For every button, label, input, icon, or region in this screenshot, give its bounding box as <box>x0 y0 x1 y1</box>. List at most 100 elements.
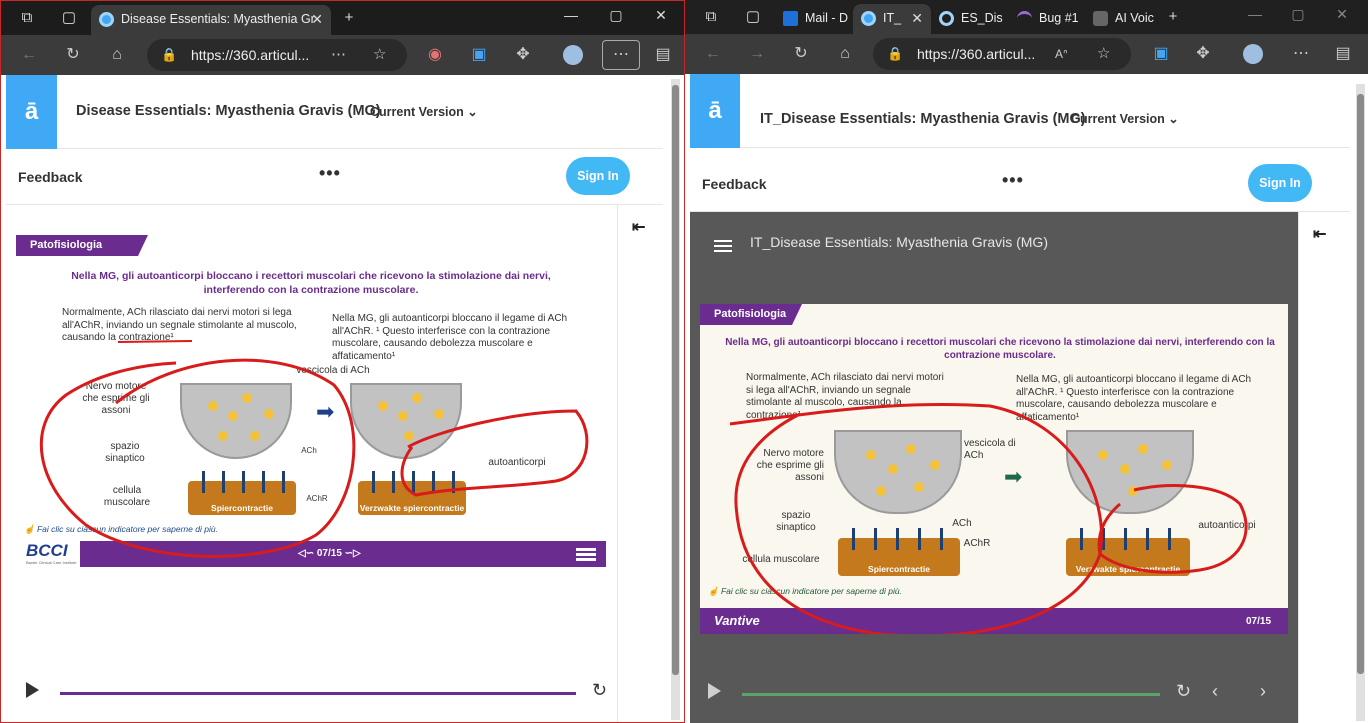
feedback-label: Feedback <box>18 169 83 185</box>
favorite-star-icon[interactable]: ☆ <box>1097 38 1110 70</box>
profile-avatar[interactable] <box>1243 44 1263 64</box>
site-favicon-icon <box>939 11 954 26</box>
maximize-icon[interactable]: ▢ <box>1288 6 1308 23</box>
address-bar[interactable]: 🔒 https://360.articul... ⋯ ☆ <box>147 39 407 71</box>
minimize-icon[interactable]: — <box>561 7 581 23</box>
home-icon[interactable]: ⌂ <box>835 44 855 64</box>
back-icon[interactable]: ← <box>703 44 723 64</box>
sidebar-toggle-icon[interactable]: ▤ <box>1333 44 1353 64</box>
course-header: ā Disease Essentials: Myasthenia Gravis … <box>6 75 663 149</box>
tab-title: ES_Dis <box>961 11 1003 25</box>
screenshot-icon[interactable]: ▣ <box>1151 44 1171 64</box>
version-dropdown[interactable]: Current Version ⌄ <box>370 104 478 119</box>
workspaces-icon[interactable]: ⧉ <box>17 8 37 28</box>
tab-mail[interactable]: Mail - D <box>775 4 853 34</box>
comments-rail: ⇤ <box>617 205 663 722</box>
extensions-icon[interactable]: ✥ <box>1193 44 1213 64</box>
tab-it-disease[interactable]: IT_ ✕ <box>853 4 931 34</box>
settings-more-icon[interactable]: ⋯ <box>1291 44 1311 64</box>
tab-title: Bug #1 <box>1039 11 1079 25</box>
site-favicon-icon <box>861 11 876 26</box>
new-tab-icon[interactable]: + <box>1163 7 1183 27</box>
tab-title: IT_ <box>883 11 902 25</box>
previous-icon[interactable]: ‹ <box>1212 681 1218 702</box>
refresh-icon[interactable]: ↻ <box>63 45 83 65</box>
replay-icon[interactable]: ↻ <box>1176 681 1191 702</box>
scroll-thumb[interactable] <box>1357 94 1364 674</box>
web-page: ā Disease Essentials: Myasthenia Gravis … <box>6 75 663 722</box>
minimize-icon[interactable]: — <box>1245 6 1265 22</box>
web-page: ā IT_Disease Essentials: Myasthenia Grav… <box>690 74 1350 723</box>
player-title: IT_Disease Essentials: Myasthenia Gravis… <box>750 234 1048 250</box>
sidebar-toggle-icon[interactable]: ▤ <box>653 45 673 65</box>
tab-strip: ⧉ ▢ Mail - D IT_ ✕ ES_Dis Bug #1 AI Voic … <box>685 0 1368 34</box>
tab-disease-essentials[interactable]: Disease Essentials: Myasthenia Gr ✕ <box>91 5 331 35</box>
feedback-label: Feedback <box>702 176 767 192</box>
left-browser-window: ⧉ ▢ Disease Essentials: Myasthenia Gr ✕ … <box>0 0 685 723</box>
lock-icon: 🔒 <box>161 47 178 62</box>
forward-icon[interactable]: → <box>747 44 767 64</box>
address-text: https://360.articul... <box>917 46 1036 62</box>
play-icon[interactable] <box>708 683 721 699</box>
new-tab-icon[interactable]: + <box>339 8 359 28</box>
back-icon[interactable]: ← <box>19 45 39 65</box>
version-label: Current Version <box>370 105 464 119</box>
more-options-button[interactable]: ••• <box>319 163 341 184</box>
address-text: https://360.articul... <box>191 47 310 63</box>
tab-actions-icon[interactable]: ▢ <box>743 7 763 27</box>
version-dropdown[interactable]: Current Version ⌄ <box>1071 111 1179 126</box>
next-icon[interactable]: › <box>1260 681 1266 702</box>
right-browser-window: ⧉ ▢ Mail - D IT_ ✕ ES_Dis Bug #1 AI Voic … <box>685 0 1368 723</box>
close-tab-icon[interactable]: ✕ <box>311 5 323 33</box>
tab-es-disease[interactable]: ES_Dis <box>931 4 1009 34</box>
workspaces-icon[interactable]: ⧉ <box>701 7 721 27</box>
play-icon[interactable] <box>26 682 39 698</box>
tab-actions-icon[interactable]: ▢ <box>59 8 79 28</box>
profile-avatar[interactable] <box>563 45 583 65</box>
tab-title: Disease Essentials: Myasthenia Gr <box>121 12 315 26</box>
sign-in-button[interactable]: Sign In <box>1248 164 1312 202</box>
comments-rail: ⇤ <box>1298 212 1350 723</box>
course-header: ā IT_Disease Essentials: Myasthenia Grav… <box>690 74 1350 148</box>
close-tab-icon[interactable]: ✕ <box>911 4 923 32</box>
tab-title: AI Voic <box>1115 11 1154 25</box>
site-favicon-icon <box>99 12 114 27</box>
tab-bug[interactable]: Bug #1 <box>1009 4 1085 34</box>
extensions-icon[interactable]: ✥ <box>513 45 533 65</box>
scroll-thumb[interactable] <box>672 85 679 675</box>
tab-title: Mail - D <box>805 11 849 25</box>
address-bar[interactable]: 🔒 https://360.articul... Aᐢ ☆ <box>873 38 1131 70</box>
more-options-button[interactable]: ••• <box>1002 170 1024 191</box>
collapse-panel-icon[interactable]: ⇤ <box>1313 224 1326 244</box>
course-title: Disease Essentials: Myasthenia Gravis (M… <box>76 103 381 119</box>
collapse-panel-icon[interactable]: ⇤ <box>632 217 645 237</box>
page-actions-icon[interactable]: ⋯ <box>331 39 346 71</box>
media-player: ↻ ‹ › <box>690 663 1298 723</box>
settings-more-icon[interactable]: ⋯ <box>602 40 640 70</box>
replay-icon[interactable]: ↻ <box>592 680 607 701</box>
slide-content: Patofisiologia Nella MG, gli autoanticor… <box>700 304 1288 634</box>
browser-toolbar: ← ↻ ⌂ 🔒 https://360.articul... ⋯ ☆ ◉ ▣ ✥… <box>1 35 684 75</box>
read-aloud-icon[interactable]: Aᐢ <box>1055 38 1068 70</box>
chevron-down-icon: ⌄ <box>1168 112 1179 126</box>
lock-icon: 🔒 <box>887 46 904 61</box>
progress-bar[interactable] <box>60 692 576 695</box>
red-ink-annotation <box>729 402 1248 634</box>
page-scrollbar[interactable] <box>1356 84 1365 721</box>
close-window-icon[interactable]: ✕ <box>651 7 671 24</box>
progress-bar[interactable] <box>742 693 1160 696</box>
red-ink-annotation <box>39 340 589 558</box>
tab-ai-voice[interactable]: AI Voic <box>1085 4 1161 34</box>
page-scrollbar[interactable] <box>671 79 680 720</box>
player-menu-icon[interactable] <box>714 240 732 242</box>
sign-in-button[interactable]: Sign In <box>566 157 630 195</box>
refresh-icon[interactable]: ↻ <box>791 44 811 64</box>
close-window-icon[interactable]: ✕ <box>1332 6 1352 23</box>
maximize-icon[interactable]: ▢ <box>606 7 626 24</box>
favorite-star-icon[interactable]: ☆ <box>373 39 386 71</box>
pause-icon <box>1093 11 1108 26</box>
extension-icon[interactable]: ◉ <box>425 45 445 65</box>
home-icon[interactable]: ⌂ <box>107 45 127 65</box>
outlook-icon <box>783 11 798 26</box>
screenshot-icon[interactable]: ▣ <box>469 45 489 65</box>
